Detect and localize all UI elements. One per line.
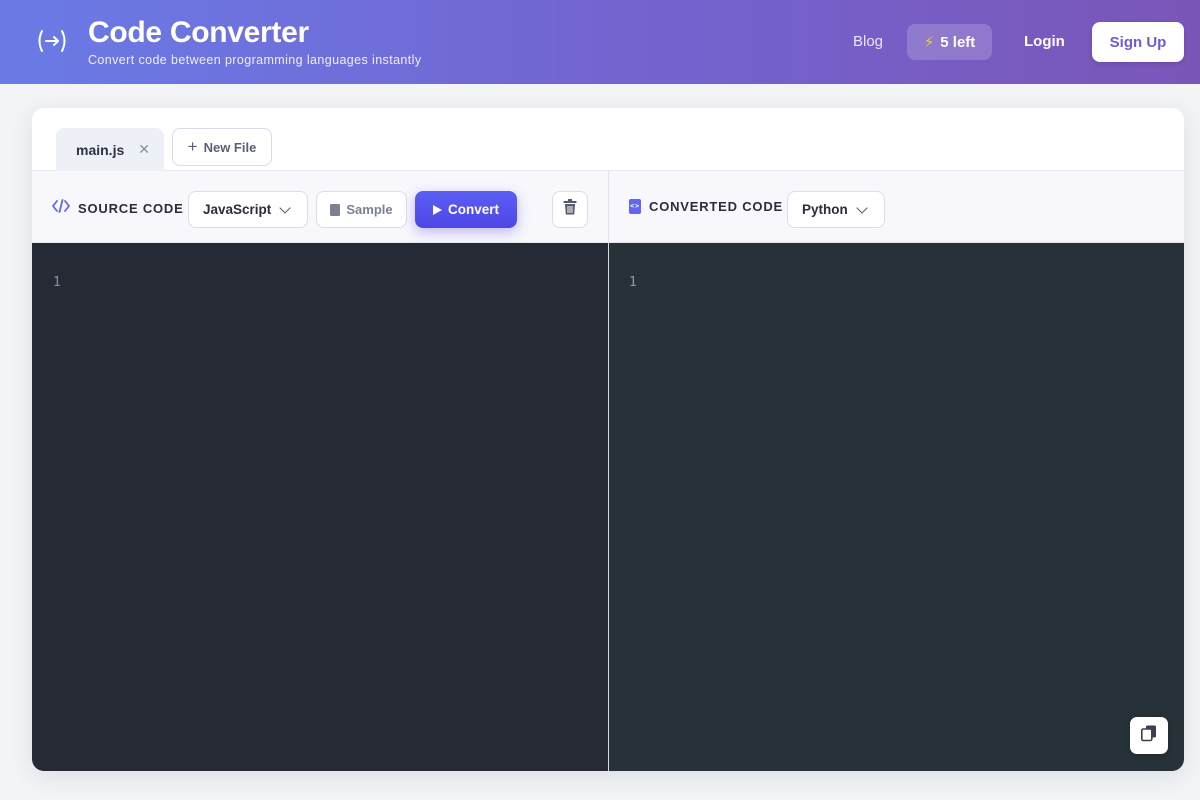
nav-blog-link[interactable]: Blog <box>853 33 883 50</box>
target-language-value: Python <box>802 202 848 217</box>
copy-icon <box>1140 724 1158 747</box>
code-icon <box>52 199 70 217</box>
signup-button[interactable]: Sign Up <box>1092 22 1184 62</box>
line-number: 1 <box>629 275 637 290</box>
editor-toolbar: SOURCE CODE JavaScript Sample Convert <>… <box>32 171 1184 243</box>
plus-icon: + <box>187 137 198 156</box>
tab-main-js[interactable]: main.js ✕ <box>56 128 164 171</box>
convert-label: Convert <box>447 202 499 217</box>
chevron-down-icon <box>279 201 291 214</box>
bolt-icon: ⚡ <box>923 34 935 51</box>
target-editor[interactable]: 1 <box>609 243 1184 771</box>
sample-label: Sample <box>346 202 393 217</box>
source-language-value: JavaScript <box>203 202 272 217</box>
login-link[interactable]: Login <box>1024 33 1065 50</box>
target-label-text: CONVERTED CODE <box>649 199 783 214</box>
new-file-button[interactable]: + New File <box>172 128 272 166</box>
app-title: Code Converter <box>88 16 309 49</box>
file-code-icon: <> <box>629 199 641 214</box>
clear-button[interactable] <box>552 191 588 228</box>
copy-button[interactable] <box>1130 717 1168 754</box>
doc-icon <box>330 203 341 216</box>
source-language-select[interactable]: JavaScript <box>188 191 308 228</box>
toolbar-divider <box>608 171 609 243</box>
close-icon[interactable]: ✕ <box>138 141 150 158</box>
source-label-text: SOURCE CODE <box>78 200 184 216</box>
convert-button[interactable]: Convert <box>415 191 517 228</box>
credits-badge[interactable]: ⚡ 5 left <box>907 24 992 60</box>
play-icon <box>432 204 442 215</box>
sample-button[interactable]: Sample <box>316 191 407 228</box>
credits-label: 5 left <box>940 33 976 51</box>
source-editor[interactable]: 1 <box>32 243 608 771</box>
trash-icon <box>563 199 577 220</box>
target-language-select[interactable]: Python <box>787 191 885 228</box>
new-file-label: New File <box>203 139 257 155</box>
chevron-down-icon <box>856 201 868 214</box>
file-tabs: main.js ✕ + New File <box>32 108 1184 171</box>
app-header: Code Converter Convert code between prog… <box>0 0 1200 84</box>
converter-card: main.js ✕ + New File SOURCE CODE JavaScr… <box>32 108 1184 771</box>
tab-label: main.js <box>76 141 125 158</box>
app-subtitle: Convert code between programming languag… <box>88 53 422 67</box>
target-section-label: <> CONVERTED CODE <box>629 199 783 214</box>
source-section-label: SOURCE CODE <box>52 199 184 217</box>
line-number: 1 <box>53 275 61 290</box>
arrow-in-brackets-icon <box>34 26 70 56</box>
